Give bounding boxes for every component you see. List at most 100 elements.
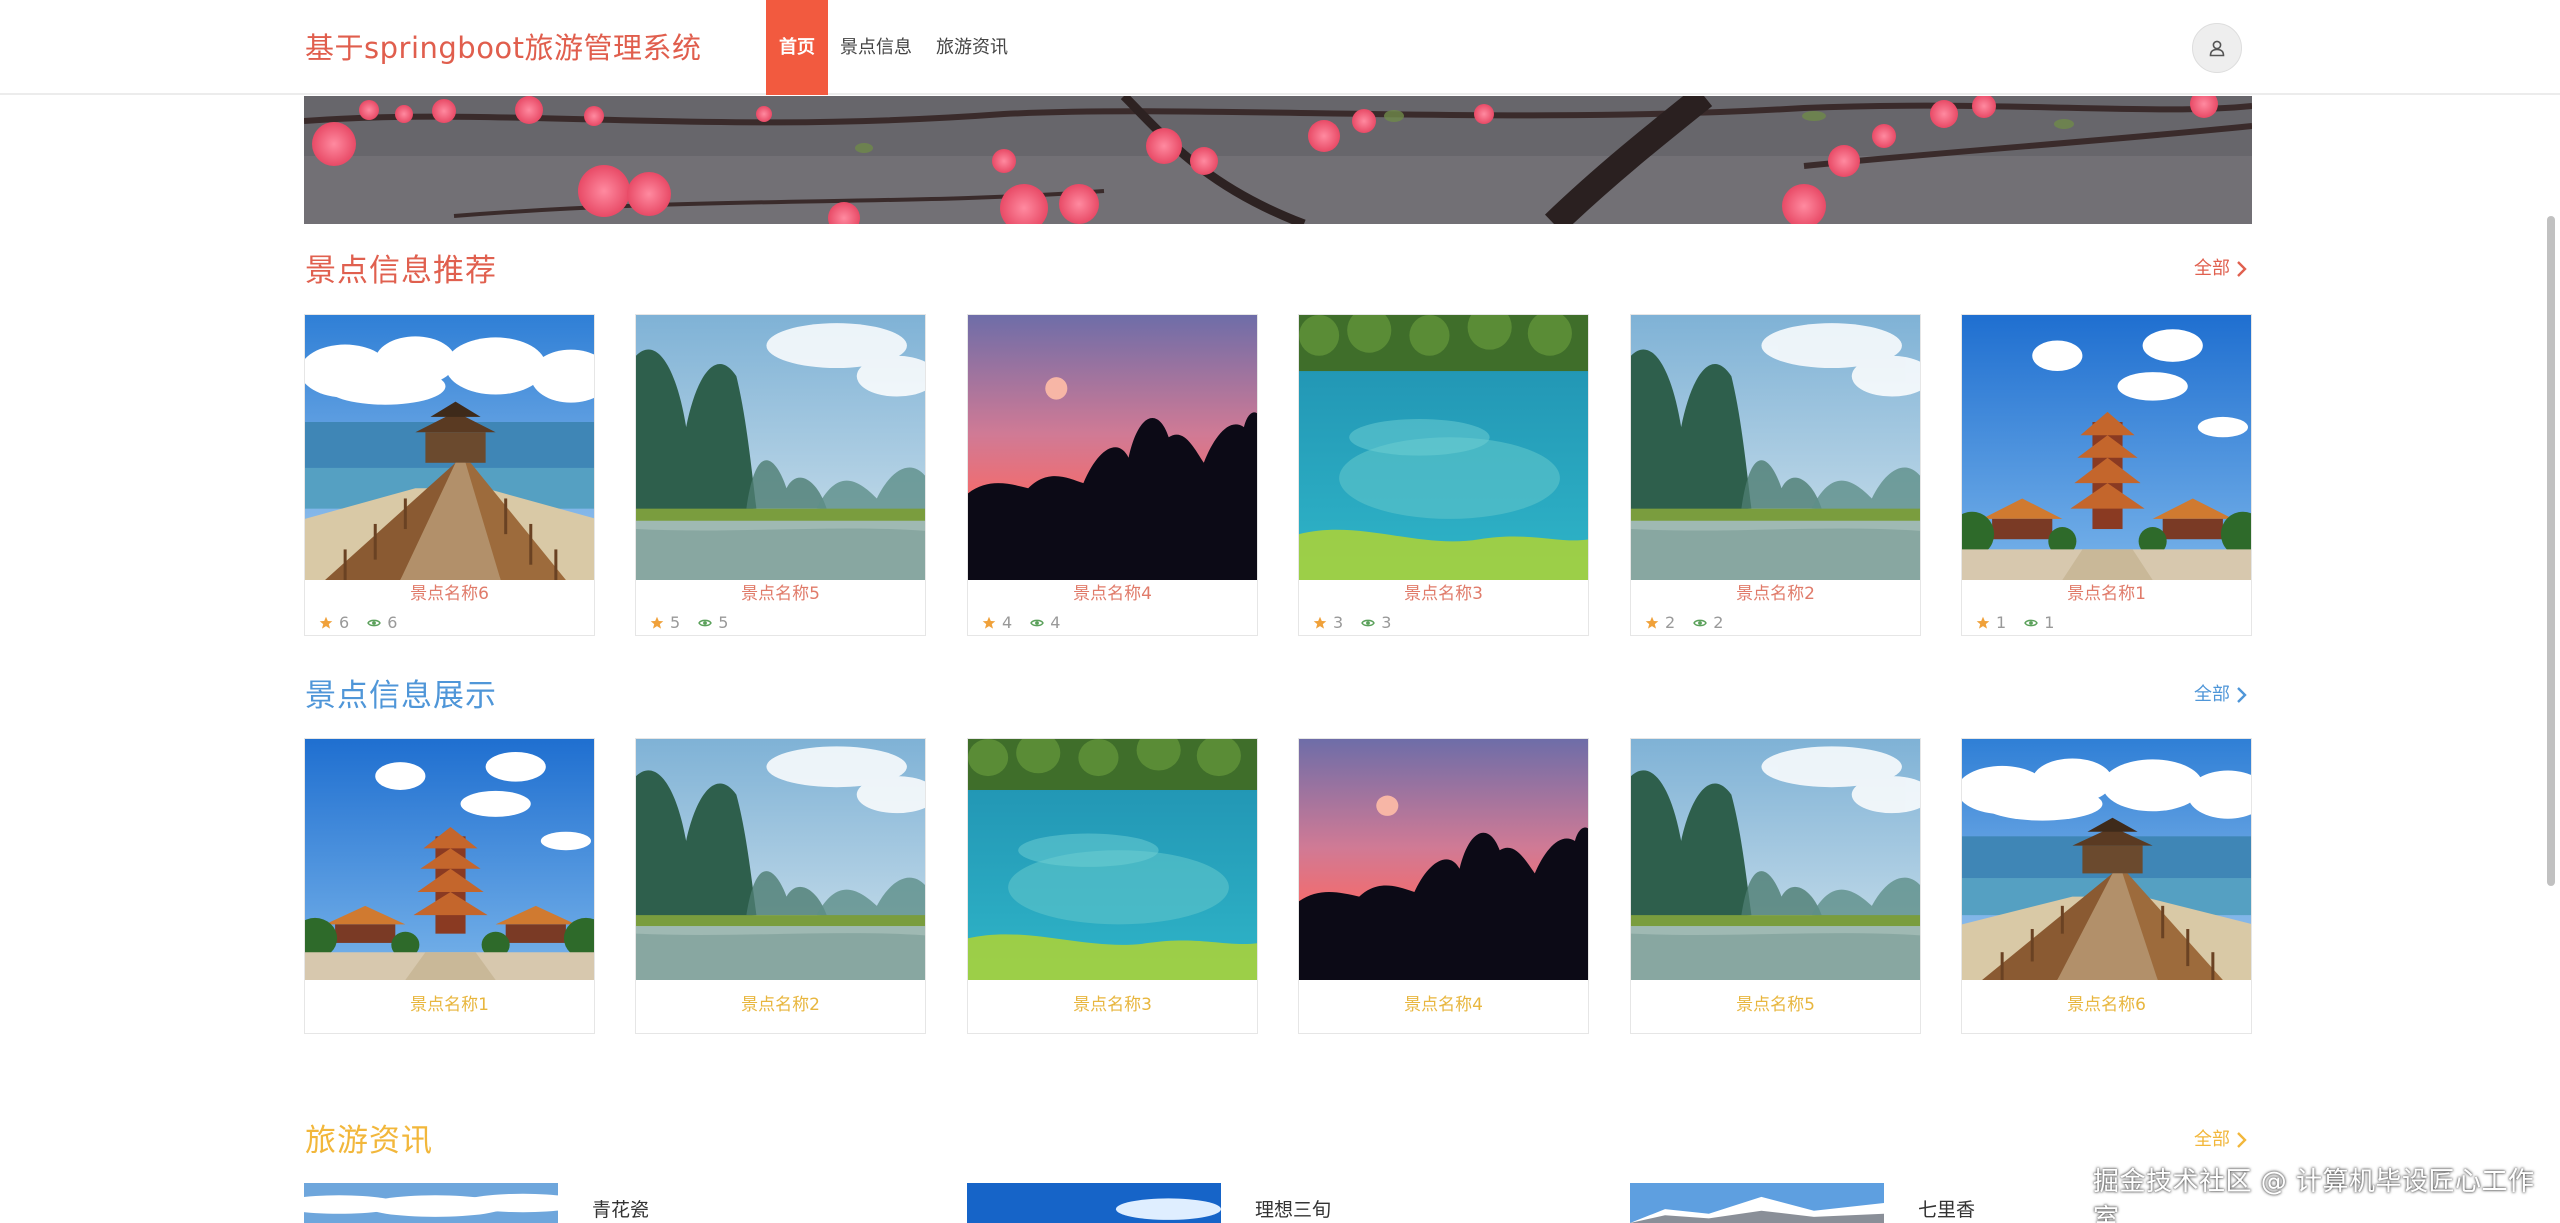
more-label: 全部 — [2194, 258, 2230, 279]
star-icon — [1313, 616, 1327, 629]
top-navbar: 基于springboot旅游管理系统 首页 景点信息 旅游资讯 — [0, 0, 2560, 95]
card-name[interactable]: 景点名称3 — [968, 994, 1257, 1016]
card-name[interactable]: 景点名称6 — [305, 583, 594, 605]
card-stats: 66 — [319, 613, 397, 633]
star-count: 1 — [1996, 613, 2007, 632]
pier-pavilion-photo — [1962, 739, 2251, 980]
site-title[interactable]: 基于springboot旅游管理系统 — [305, 28, 702, 68]
card-photo[interactable] — [305, 315, 594, 580]
news-title[interactable]: 七里香 — [1918, 1197, 1975, 1223]
recommend-card[interactable]: 景点名称4 4 4 — [967, 314, 1258, 636]
card-name[interactable]: 景点名称1 — [305, 994, 594, 1016]
sunset-silhouette-photo — [968, 315, 1257, 580]
card-photo[interactable] — [636, 315, 925, 580]
display-section-title: 景点信息展示 — [305, 678, 497, 714]
card-photo[interactable] — [1299, 739, 1588, 980]
user-icon — [2209, 40, 2225, 57]
display-card[interactable]: 景点名称2 — [635, 738, 926, 1034]
hero-banner[interactable] — [304, 96, 2252, 224]
tower-temple-photo — [1962, 315, 2251, 580]
star-icon — [650, 616, 664, 629]
more-label: 全部 — [2194, 684, 2230, 705]
news-more-link[interactable]: 全部 — [2194, 1127, 2250, 1153]
star-count: 2 — [1665, 613, 1676, 632]
card-stats: 55 — [650, 613, 728, 633]
card-photo[interactable] — [968, 739, 1257, 980]
news-section-title: 旅游资讯 — [305, 1123, 433, 1159]
card-name[interactable]: 景点名称4 — [1299, 994, 1588, 1016]
snow-mountain-photo — [1630, 1183, 1884, 1223]
view-count: 3 — [1381, 613, 1392, 632]
sunset-silhouette-photo — [1299, 739, 1588, 980]
recommend-card[interactable]: 景点名称6 6 6 — [304, 314, 595, 636]
eye-icon — [367, 619, 381, 627]
card-photo[interactable] — [305, 739, 594, 980]
display-more-link[interactable]: 全部 — [2194, 682, 2250, 708]
card-photo[interactable] — [636, 739, 925, 980]
card-stats: 22 — [1645, 613, 1723, 633]
view-count: 5 — [718, 613, 729, 632]
news-title[interactable]: 青花瓷 — [592, 1197, 649, 1223]
card-stats: 33 — [1313, 613, 1391, 633]
card-name[interactable]: 景点名称2 — [1631, 583, 1920, 605]
star-icon — [1976, 616, 1990, 629]
karst-river-photo — [1631, 315, 1920, 580]
main-nav: 首页 景点信息 旅游资讯 — [766, 0, 1020, 95]
view-count: 4 — [1050, 613, 1061, 632]
news-thumbnail[interactable] — [967, 1183, 1221, 1223]
nav-scenic-info[interactable]: 景点信息 — [828, 0, 924, 95]
star-icon — [982, 616, 996, 629]
card-name[interactable]: 景点名称3 — [1299, 583, 1588, 605]
view-count: 6 — [387, 613, 398, 632]
recommend-card[interactable]: 景点名称2 2 2 — [1630, 314, 1921, 636]
watermark-text: 掘金技术社区 @ 计算机毕设匠心工作室 — [2093, 1167, 2535, 1223]
news-item[interactable]: 理想三旬 — [967, 1183, 1567, 1223]
news-thumbnail[interactable] — [304, 1183, 558, 1223]
news-item[interactable]: 青花瓷 — [304, 1183, 904, 1223]
card-photo[interactable] — [1631, 739, 1920, 980]
star-count: 4 — [1002, 613, 1013, 632]
display-card[interactable]: 景点名称1 — [304, 738, 595, 1034]
star-icon — [319, 616, 333, 629]
tower-temple-photo — [305, 739, 594, 980]
user-avatar-button[interactable] — [2192, 23, 2242, 73]
display-card[interactable]: 景点名称3 — [967, 738, 1258, 1034]
cloudy-sky-photo — [304, 1183, 558, 1223]
recommend-card[interactable]: 景点名称5 5 5 — [635, 314, 926, 636]
karst-river-photo — [1631, 739, 1920, 980]
view-count: 1 — [2044, 613, 2055, 632]
card-name[interactable]: 景点名称5 — [636, 583, 925, 605]
display-card[interactable]: 景点名称6 — [1961, 738, 2252, 1034]
chevron-right-icon — [2237, 1132, 2247, 1148]
news-thumbnail[interactable] — [1630, 1183, 1884, 1223]
nav-travel-news[interactable]: 旅游资讯 — [924, 0, 1020, 95]
page-scrollbar[interactable] — [2547, 216, 2555, 886]
chevron-right-icon — [2237, 261, 2247, 277]
news-title[interactable]: 理想三旬 — [1255, 1197, 1331, 1223]
turquoise-lake-photo — [968, 739, 1257, 980]
card-name[interactable]: 景点名称4 — [968, 583, 1257, 605]
card-name[interactable]: 景点名称2 — [636, 994, 925, 1016]
recommend-card[interactable]: 景点名称1 1 1 — [1961, 314, 2252, 636]
display-card[interactable]: 景点名称4 — [1298, 738, 1589, 1034]
recommend-card[interactable]: 景点名称3 3 3 — [1298, 314, 1589, 636]
star-count: 3 — [1333, 613, 1344, 632]
card-name[interactable]: 景点名称6 — [1962, 994, 2251, 1016]
card-photo[interactable] — [1299, 315, 1588, 580]
card-photo[interactable] — [1962, 315, 2251, 580]
pier-pavilion-photo — [305, 315, 594, 580]
card-name[interactable]: 景点名称1 — [1962, 583, 2251, 605]
card-photo[interactable] — [1962, 739, 2251, 980]
eye-icon — [1361, 619, 1375, 627]
card-photo[interactable] — [968, 315, 1257, 580]
eye-icon — [698, 619, 712, 627]
blue-sky-photo — [967, 1183, 1221, 1223]
eye-icon — [1030, 619, 1044, 627]
recommend-section-title: 景点信息推荐 — [305, 253, 497, 289]
card-name[interactable]: 景点名称5 — [1631, 994, 1920, 1016]
card-photo[interactable] — [1631, 315, 1920, 580]
recommend-more-link[interactable]: 全部 — [2194, 256, 2250, 282]
nav-home[interactable]: 首页 — [766, 0, 828, 95]
banner-blossom-image — [304, 96, 2252, 224]
display-card[interactable]: 景点名称5 — [1630, 738, 1921, 1034]
